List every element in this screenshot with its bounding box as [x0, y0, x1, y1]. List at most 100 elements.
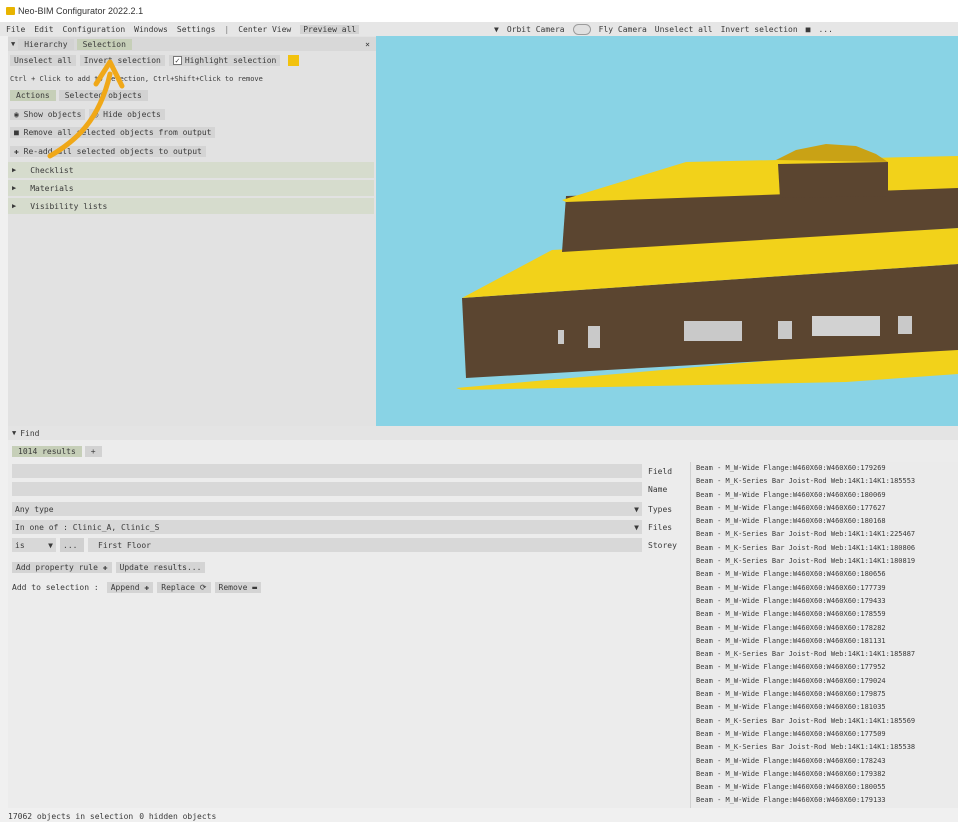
add-tab-button[interactable]: +	[84, 445, 102, 457]
field-label: Field	[648, 466, 673, 476]
section-checklist[interactable]: ▶ Checklist	[8, 162, 374, 178]
dropdown-arrow-icon: ▼	[48, 540, 53, 550]
result-item[interactable]: Beam - M_W-Wide Flange:W460X60:W460X60:1…	[691, 755, 958, 768]
invert-selection-top-button[interactable]: Invert selection	[721, 25, 798, 34]
camera-controls: ▼ Orbit Camera Fly Camera Unselect all I…	[494, 22, 841, 36]
result-item[interactable]: Beam - M_W-Wide Flange:W460X60:W460X60:1…	[691, 635, 958, 648]
highlight-color-swatch[interactable]	[288, 54, 300, 66]
orbit-camera-label: Orbit Camera	[506, 24, 565, 34]
files-dropdown[interactable]: In one of : Clinic_A, Clinic_S ▼	[12, 520, 642, 534]
window-title: Neo-BIM Configurator 2022.2.1	[18, 6, 144, 16]
result-item[interactable]: Beam - M_W-Wide Flange:W460X60:W460X60:1…	[691, 515, 958, 528]
preview-all-button[interactable]: Preview all	[300, 24, 360, 34]
dropdown-arrow-icon: ▼	[634, 504, 639, 514]
files-label: Files	[648, 522, 673, 532]
result-item[interactable]: Beam - M_W-Wide Flange:W460X60:W460X60:1…	[691, 701, 958, 714]
add-property-rule-button[interactable]: Add property rule ✚	[12, 561, 112, 573]
storey-input[interactable]: First Floor	[88, 538, 642, 552]
add-to-selection-label: Add to selection :	[12, 582, 99, 592]
result-item[interactable]: Beam - M_W-Wide Flange:W460X60:W460X60:1…	[691, 688, 958, 701]
collapse-triangle-icon[interactable]: ▼	[11, 40, 15, 48]
selection-count: 17062 objects in selection	[8, 811, 134, 821]
menu-file[interactable]: File	[6, 25, 25, 34]
section-materials-label: Materials	[30, 183, 74, 193]
types-dropdown[interactable]: Any type ▼	[12, 502, 642, 516]
menu-settings[interactable]: Settings	[177, 25, 216, 34]
menu-windows[interactable]: Windows	[134, 25, 168, 34]
result-item[interactable]: Beam - M_K-Series Bar Joist-Rod Web:14K1…	[691, 715, 958, 728]
name-input[interactable]	[12, 482, 642, 496]
tab-hierarchy[interactable]: Hierarchy	[18, 38, 74, 50]
result-item[interactable]: Beam - M_K-Series Bar Joist-Rod Web:14K1…	[691, 648, 958, 661]
result-item[interactable]: Beam - M_W-Wide Flange:W460X60:W460X60:1…	[691, 462, 958, 475]
tab-results[interactable]: 1014 results	[12, 445, 82, 457]
checkmark-icon: ✓	[172, 55, 182, 65]
name-label: Name	[648, 484, 668, 494]
section-visibility-lists[interactable]: ▶ Visibility lists	[8, 198, 374, 214]
highlight-selection-label: Highlight selection	[184, 55, 277, 65]
append-label: Append	[110, 582, 140, 592]
unselect-all-top-button[interactable]: Unselect all	[655, 25, 713, 34]
3d-viewport[interactable]	[376, 36, 958, 426]
types-label: Types	[648, 504, 673, 514]
more-menu[interactable]: ...	[818, 25, 832, 34]
video-camera-icon[interactable]: ■	[806, 25, 811, 34]
result-item[interactable]: Beam - M_K-Series Bar Joist-Rod Web:14K1…	[691, 741, 958, 754]
results-list[interactable]: Beam - M_W-Wide Flange:W460X60:W460X60:1…	[690, 462, 958, 808]
append-button[interactable]: Append ✚	[106, 581, 154, 593]
tab-selection[interactable]: Selection	[76, 38, 132, 50]
camera-mode-toggle[interactable]	[572, 23, 591, 35]
section-visibility-lists-label: Visibility lists	[30, 201, 108, 211]
result-item[interactable]: Beam - M_W-Wide Flange:W460X60:W460X60:1…	[691, 502, 958, 515]
plus-icon: ✚	[14, 146, 24, 156]
plus-icon: ✚	[97, 562, 108, 572]
files-value: In one of : Clinic_A, Clinic_S	[15, 522, 160, 532]
highlight-selection-checkbox[interactable]: ✓ Highlight selection	[168, 54, 281, 66]
result-item[interactable]: Beam - M_W-Wide Flange:W460X60:W460X60:1…	[691, 794, 958, 807]
replace-label: Replace	[161, 582, 195, 592]
result-item[interactable]: Beam - M_K-Series Bar Joist-Rod Web:14K1…	[691, 542, 958, 555]
status-bar: 17062 objects in selection 0 hidden obje…	[8, 810, 222, 822]
menu-separator: |	[224, 24, 230, 34]
result-item[interactable]: Beam - M_W-Wide Flange:W460X60:W460X60:1…	[691, 608, 958, 621]
app-logo-icon	[6, 7, 15, 15]
menu-configuration[interactable]: Configuration	[63, 25, 126, 34]
result-item[interactable]: Beam - M_W-Wide Flange:W460X60:W460X60:1…	[691, 489, 958, 502]
result-item[interactable]: Beam - M_W-Wide Flange:W460X60:W460X60:1…	[691, 595, 958, 608]
result-item[interactable]: Beam - M_W-Wide Flange:W460X60:W460X60:1…	[691, 661, 958, 674]
window-titlebar: Neo-BIM Configurator 2022.2.1	[0, 0, 958, 22]
result-item[interactable]: Beam - M_W-Wide Flange:W460X60:W460X60:1…	[691, 582, 958, 595]
operator-dropdown[interactable]: is ▼	[12, 538, 56, 552]
find-title: Find	[20, 428, 40, 438]
trash-icon: ■	[14, 127, 24, 137]
expand-triangle-icon: ▶	[12, 166, 17, 174]
field-input[interactable]	[12, 464, 642, 478]
dropdown-arrow-icon: ▼	[634, 522, 639, 532]
result-item[interactable]: Beam - M_K-Series Bar Joist-Rod Web:14K1…	[691, 475, 958, 488]
result-item[interactable]: Beam - M_W-Wide Flange:W460X60:W460X60:1…	[691, 568, 958, 581]
section-materials[interactable]: ▶ Materials	[8, 180, 374, 196]
remove-button[interactable]: Remove ▬	[214, 581, 262, 593]
annotation-arrow	[47, 59, 125, 159]
storey-picker-button[interactable]: ...	[60, 538, 84, 552]
dropdown-arrow-icon[interactable]: ▼	[494, 25, 499, 34]
remove-label: Remove	[218, 582, 248, 592]
operator-value: is	[15, 540, 25, 550]
collapse-triangle-icon[interactable]: ▼	[12, 429, 16, 437]
result-item[interactable]: Beam - M_W-Wide Flange:W460X60:W460X60:1…	[691, 622, 958, 635]
hierarchy-tabbar: ▼ Hierarchy Selection ×	[8, 37, 376, 51]
result-item[interactable]: Beam - M_K-Series Bar Joist-Rod Web:14K1…	[691, 555, 958, 568]
result-item[interactable]: Beam - M_K-Series Bar Joist-Rod Web:14K1…	[691, 528, 958, 541]
result-item[interactable]: Beam - M_W-Wide Flange:W460X60:W460X60:1…	[691, 781, 958, 794]
update-results-button[interactable]: Update results...	[115, 561, 206, 573]
close-icon[interactable]: ×	[365, 40, 370, 49]
result-item[interactable]: Beam - M_W-Wide Flange:W460X60:W460X60:1…	[691, 768, 958, 781]
replace-button[interactable]: Replace ⟳	[157, 581, 211, 593]
expand-triangle-icon: ▶	[12, 184, 17, 192]
menu-edit[interactable]: Edit	[34, 25, 53, 34]
result-item[interactable]: Beam - M_W-Wide Flange:W460X60:W460X60:1…	[691, 728, 958, 741]
types-value: Any type	[15, 504, 54, 514]
eye-icon: ◉	[14, 109, 24, 119]
result-item[interactable]: Beam - M_W-Wide Flange:W460X60:W460X60:1…	[691, 675, 958, 688]
center-view-button[interactable]: Center View	[238, 25, 291, 34]
